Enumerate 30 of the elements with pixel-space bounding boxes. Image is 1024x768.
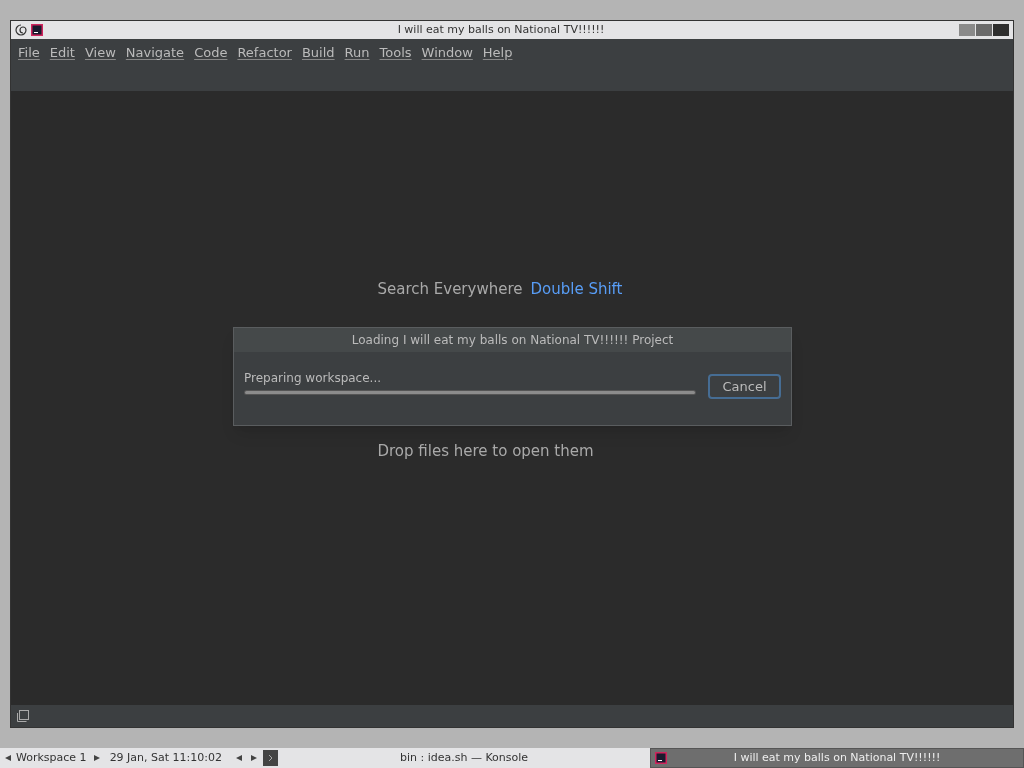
right-arrow-icon[interactable]: [251, 755, 257, 761]
menu-item[interactable]: Edit: [46, 43, 78, 63]
app-icon: [655, 752, 667, 764]
menu-item[interactable]: Tools: [376, 43, 415, 63]
status-text: Preparing workspace...: [244, 369, 383, 387]
app-icon: [31, 24, 43, 36]
left-arrow-icon[interactable]: [5, 755, 11, 761]
dialog-title: Loading I will eat my balls on National TV!!!!!! Project: [351, 332, 674, 349]
left-arrow-icon[interactable]: [236, 755, 242, 761]
menu-item[interactable]: Run: [341, 43, 373, 63]
menu-item[interactable]: Help: [479, 43, 516, 63]
forward-icon[interactable]: [263, 750, 278, 766]
menu-item[interactable]: File: [15, 43, 43, 63]
window-title: I will eat my balls on National TV!!!!!!: [396, 21, 606, 38]
menu-item[interactable]: Navigate: [122, 43, 188, 63]
clock: 29 Jan, Sat 11:10:02: [109, 749, 222, 766]
menu-item[interactable]: Code: [191, 43, 231, 63]
right-arrow-icon[interactable]: [93, 755, 100, 761]
task-button[interactable]: I will eat my balls on National TV!!!!!!: [650, 748, 1024, 768]
menu-item[interactable]: Build: [298, 43, 338, 63]
menu-item[interactable]: Window: [418, 43, 476, 63]
menu-item[interactable]: Refactor: [234, 43, 295, 63]
menu-item[interactable]: View: [81, 43, 119, 63]
panel-toggle-icon[interactable]: [17, 710, 29, 722]
shortcut-text: Double Shift: [530, 279, 623, 299]
swirl-icon: [15, 24, 27, 36]
drop-hint: Drop files here to open them: [377, 441, 594, 461]
hint-label: Search Everywhere: [377, 279, 523, 299]
workspace-label: Workspace 1: [16, 749, 87, 766]
cancel-button[interactable]: Cancel: [708, 374, 781, 399]
